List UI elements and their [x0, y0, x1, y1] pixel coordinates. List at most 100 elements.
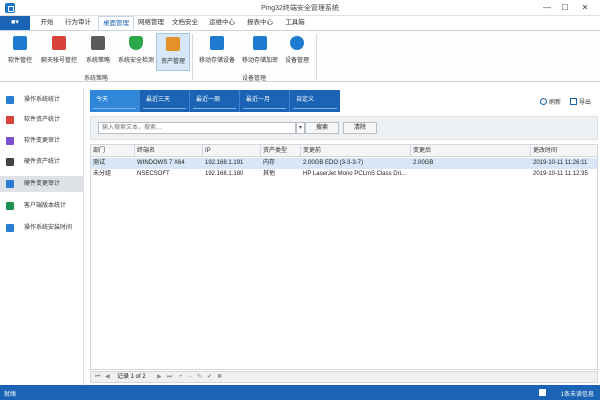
clear-button[interactable]: 清除: [343, 122, 377, 134]
house-icon: [166, 37, 180, 51]
client-version-icon: [6, 202, 14, 210]
minimize-button[interactable]: —: [540, 2, 554, 14]
column-header-before[interactable]: 变更前: [301, 145, 411, 157]
cell-asset-type: 其他: [263, 171, 276, 177]
tab-start[interactable]: 开始: [36, 16, 58, 30]
remove-record-button[interactable]: −: [188, 373, 192, 382]
sidebar-item-os-stats[interactable]: 操作系统统计: [0, 92, 84, 108]
chat-account-control-button[interactable]: 聊天帐号管控: [38, 33, 80, 71]
time-option-underline: [293, 108, 337, 109]
time-option-label: 最近三天: [146, 97, 171, 103]
system-security-check-button[interactable]: 系统安全检测: [116, 33, 156, 71]
next-page-button[interactable]: ▶: [157, 373, 162, 382]
title-bar: Ping32终端安全管理系统 — ☐ ✕: [0, 0, 600, 16]
sidebar-item-label: 操作系统安装时间: [24, 225, 73, 231]
column-header-asset-type[interactable]: 资产类型: [261, 145, 301, 157]
cell-ip: 192.168.1.191: [205, 160, 244, 166]
main-content: 今天 最近三天 最近一周 最近一月 自定义 刷新 导出 ▾ 搜索 清除: [88, 88, 600, 385]
column-header-ip[interactable]: IP: [203, 145, 261, 157]
add-record-button[interactable]: +: [179, 373, 183, 382]
tab-desktop-management[interactable]: 桌面管理: [98, 16, 134, 30]
tab-document-security[interactable]: 文档安全: [170, 16, 200, 30]
sidebar-item-label: 软件变更审计: [24, 138, 61, 144]
edit-record-button[interactable]: ✎: [197, 373, 202, 382]
time-last-week-button[interactable]: 最近一周: [190, 90, 240, 112]
unread-messages-link[interactable]: 1条未读信息: [561, 389, 594, 398]
column-header-department[interactable]: 部门: [91, 145, 135, 157]
search-dropdown-button[interactable]: ▾: [296, 122, 305, 134]
sidebar-item-hardware-change-audit[interactable]: 硬件变更审计: [0, 176, 84, 192]
confirm-edit-button[interactable]: ✔: [207, 373, 212, 382]
last-page-button[interactable]: ⏭: [167, 373, 172, 382]
close-button[interactable]: ✕: [578, 2, 592, 14]
sidebar-item-software-stats[interactable]: 软件资产统计: [0, 112, 84, 128]
software-control-button[interactable]: 软件管控: [2, 33, 38, 71]
install-time-icon: [6, 224, 14, 232]
sidebar-item-label: 硬件变更审计: [24, 181, 61, 187]
cell-department: 未分组: [93, 171, 112, 177]
windows-icon: [6, 96, 14, 104]
search-button[interactable]: 搜索: [305, 122, 339, 134]
app-menu-button[interactable]: ■▾: [0, 16, 30, 30]
sidebar-item-hardware-stats[interactable]: 硬件资产统计: [0, 154, 84, 170]
column-header-terminal[interactable]: 终端名: [135, 145, 203, 157]
sidebar-item-label: 软件资产统计: [24, 117, 61, 123]
time-custom-button[interactable]: 自定义: [290, 90, 340, 112]
sidebar-item-label: 硬件资产统计: [24, 159, 61, 165]
time-last-month-button[interactable]: 最近一月: [240, 90, 290, 112]
device-management-button[interactable]: 设备管理: [282, 33, 312, 71]
ribbon-group-label-policy: 系统策略: [83, 76, 108, 82]
column-header-after[interactable]: 变更后: [411, 145, 531, 157]
status-text: 就绪: [4, 392, 17, 398]
tab-ops-center[interactable]: 运维中心: [206, 16, 238, 30]
time-option-label: 自定义: [296, 97, 315, 103]
sidebar-item-os-install-time[interactable]: 操作系统安装时间: [0, 220, 84, 236]
prev-page-button[interactable]: ◀: [105, 373, 110, 382]
software-icon: [6, 116, 14, 124]
menu-bar: ■▾ 开始 行为审计 桌面管理 网络管理 文档安全 运维中心 报表中心 工具箱: [0, 16, 600, 30]
first-page-button[interactable]: ⏮: [95, 373, 100, 382]
asset-management-button[interactable]: 资产管理: [156, 33, 190, 71]
export-label: 导出: [579, 100, 592, 106]
time-option-underline: [243, 108, 286, 109]
column-header-change-time[interactable]: 更改时间: [531, 145, 597, 157]
sidebar-item-client-version-stats[interactable]: 客户端版本统计: [0, 198, 84, 214]
usb-storage-icon: [210, 36, 224, 50]
cell-change-time: 2019-10-11 11:26:11: [533, 160, 588, 166]
tab-network-management[interactable]: 网络管理: [136, 16, 166, 30]
cancel-edit-button[interactable]: ✖: [217, 373, 222, 382]
record-counter: 记录 1 of 2: [117, 374, 146, 380]
time-option-label: 今天: [96, 97, 109, 103]
ribbon-label: 聊天帐号管控: [40, 58, 77, 64]
time-option-underline: [143, 108, 186, 109]
tab-report-center[interactable]: 报表中心: [244, 16, 276, 30]
ribbon-label: 资产管理: [160, 59, 185, 65]
cell-terminal: NSECSOFT: [137, 171, 170, 177]
ribbon-label: 系统安全检测: [117, 58, 154, 64]
time-option-label: 最近一周: [196, 97, 221, 103]
tab-behavior-audit[interactable]: 行为审计: [60, 16, 96, 30]
cell-terminal: WINDOWS 7 X64: [137, 160, 185, 166]
table-row[interactable]: 测试 WINDOWS 7 X64 192.168.1.191 内存 2.00GB…: [91, 158, 597, 169]
tab-toolbox[interactable]: 工具箱: [282, 16, 308, 30]
time-today-button[interactable]: 今天: [90, 90, 140, 112]
removable-storage-button[interactable]: 移动存储设备: [196, 33, 238, 71]
search-input[interactable]: [98, 122, 296, 134]
ribbon-label: 软件管控: [7, 58, 32, 64]
ribbon-group-separator: [192, 34, 193, 80]
shield-check-icon: [129, 36, 143, 50]
maximize-button[interactable]: ☐: [558, 2, 572, 14]
refresh-button[interactable]: 刷新: [540, 97, 561, 106]
system-policy-button[interactable]: 系统策略: [80, 33, 116, 71]
ribbon-group-separator: [316, 34, 317, 80]
time-range-bar: 今天 最近三天 最近一周 最近一月 自定义: [90, 90, 340, 112]
cell-change-time: 2019-10-11 11:12:35: [533, 171, 588, 177]
removable-storage-encrypt-button[interactable]: 移动存储加密: [238, 33, 282, 71]
sidebar-item-software-change-audit[interactable]: 软件变更审计: [0, 133, 84, 149]
ribbon: 软件管控 聊天帐号管控 系统策略 系统安全检测 资产管理 移动存储设备 移动存储…: [0, 30, 600, 82]
filter-bar: ▾ 搜索 清除: [90, 116, 598, 140]
time-option-underline: [93, 108, 136, 109]
time-last-3-days-button[interactable]: 最近三天: [140, 90, 190, 112]
export-button[interactable]: 导出: [570, 97, 591, 106]
table-row[interactable]: 未分组 NSECSOFT 192.168.1.180 其他 HP LaserJe…: [91, 169, 597, 180]
